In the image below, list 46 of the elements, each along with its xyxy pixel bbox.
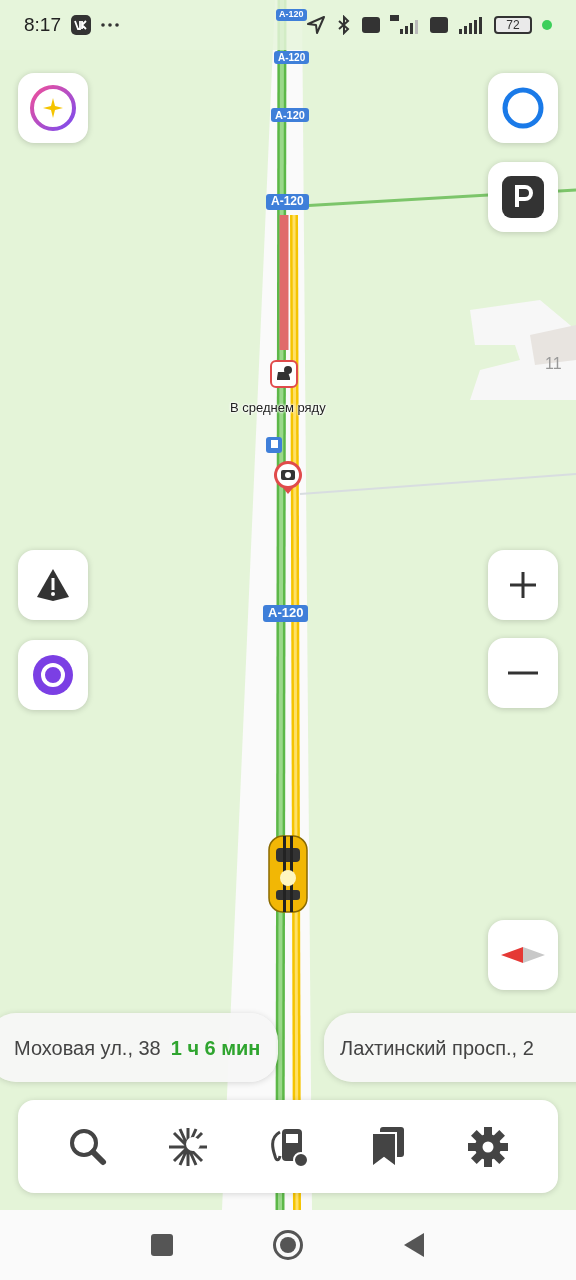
voice-assistant-button[interactable] [18,640,88,710]
destination-chip[interactable]: Моховая ул., 38 1 ч 6 мин [0,1013,279,1082]
zoom-in-button[interactable] [488,550,558,620]
ring-icon [501,86,545,130]
bus-stop-icon [266,437,282,453]
settings-icon [467,1125,509,1168]
speed-camera-icon [272,459,304,495]
report-incident-button[interactable] [18,550,88,620]
more-dots-icon [101,23,119,27]
car-icon [267,834,309,914]
vk-app-icon [71,15,91,35]
alice-ring-button[interactable] [488,73,558,143]
status-dot-icon [542,20,552,30]
signal-icon [390,15,420,35]
road-number-label: A-120 [263,605,309,622]
parking-button[interactable] [488,162,558,232]
compass-icon [501,945,545,965]
road-number-label: A-120 [271,108,309,123]
location-arrow-icon [306,15,326,35]
plus-icon [508,570,538,600]
warning-icon [35,567,71,603]
destination-address: Лахтинский просп., 2 [340,1035,534,1061]
road-number-label: A-120 [266,194,309,210]
assistant-icon [32,654,74,696]
minus-icon [508,671,538,675]
battery-indicator: 72 [494,16,532,34]
parking-icon [502,176,544,218]
road-number-label: A-120 [276,9,307,21]
destination-chip[interactable]: Лахтинский просп., 2 [324,1013,576,1082]
traffic-jam-icon [270,360,298,388]
ai-assistant-button[interactable] [18,73,88,143]
home-button[interactable] [273,1230,303,1260]
building-number: 11 [545,354,562,374]
clock-time: 8:17 [24,12,61,37]
destination-address: Моховая ул., 38 [14,1035,161,1061]
back-icon [404,1233,424,1257]
zoom-out-button[interactable] [488,638,558,708]
compass-button[interactable] [488,920,558,990]
travel-time: 1 ч 6 мин [170,1035,261,1061]
search-icon [68,1126,108,1167]
bluetooth-icon [336,15,352,35]
signal-icon [458,15,484,35]
back-button[interactable] [403,1233,425,1257]
road-number-label: A-120 [274,51,310,64]
sparkle-ring-icon [29,84,77,132]
bookmarks-icon [370,1125,406,1168]
